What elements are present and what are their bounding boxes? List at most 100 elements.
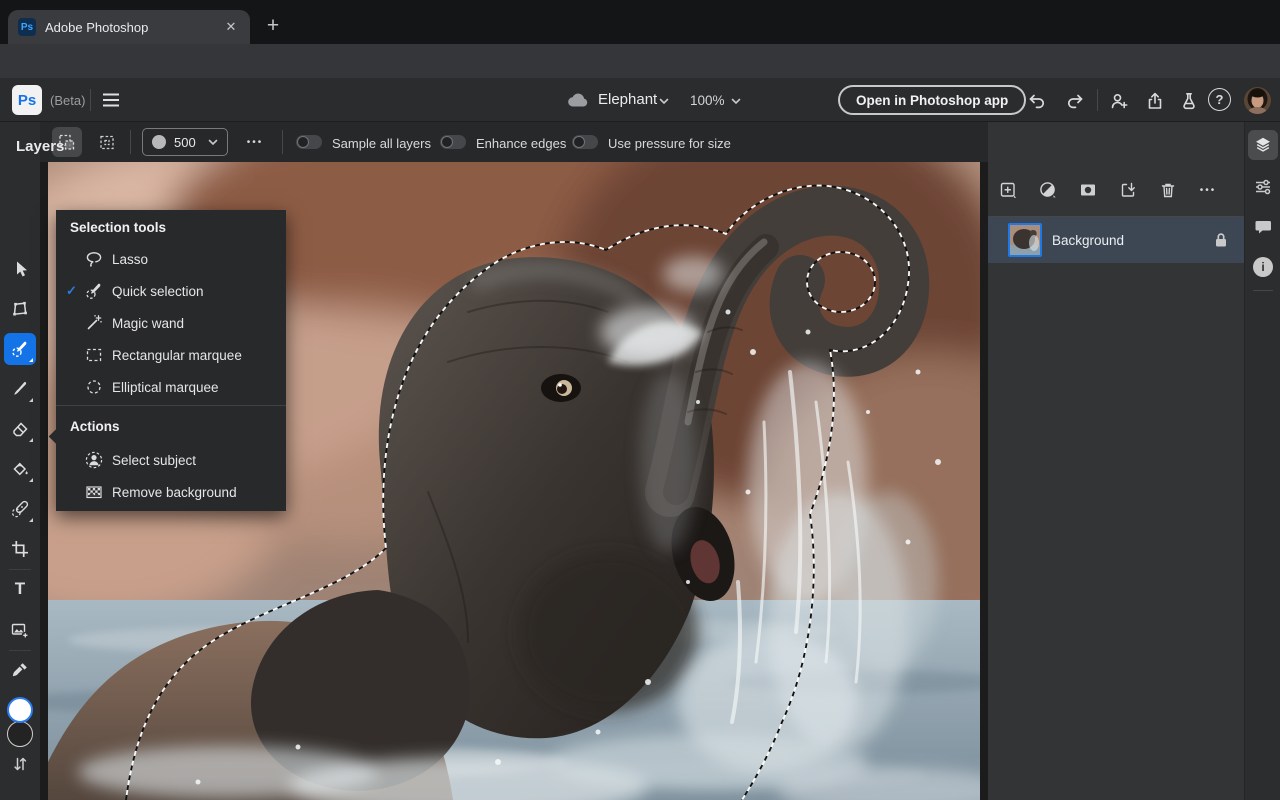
layer-name: Background: [1052, 232, 1125, 248]
open-in-photoshop-app-button[interactable]: Open in Photoshop app: [838, 85, 1027, 115]
tab-title: Adobe Photoshop: [45, 19, 149, 35]
toggle-knob: [297, 136, 309, 148]
help-icon[interactable]: ?: [1208, 88, 1231, 111]
selection-mode-subtract-icon[interactable]: [92, 127, 122, 157]
flyout-item-label: Lasso: [112, 251, 149, 267]
toggle-knob: [573, 136, 585, 148]
options-bar: 500 ••• Sample all layers Enhance edges …: [40, 122, 988, 162]
browser-tab[interactable]: Ps Adobe Photoshop ✕: [8, 10, 250, 44]
brush-preview-dot: [152, 135, 166, 149]
brush-size-value: 500: [174, 134, 196, 150]
import-layer-icon[interactable]: [1114, 176, 1142, 204]
flyout-action-select-subject[interactable]: Select subject: [56, 444, 286, 476]
more-options-icon[interactable]: •••: [240, 127, 270, 157]
flyout-indicator: [29, 398, 33, 402]
eraser-tool[interactable]: [4, 413, 36, 445]
hamburger-menu-icon[interactable]: [100, 89, 122, 111]
adjustments-rail-icon[interactable]: [1248, 172, 1278, 202]
flyout-indicator: [29, 438, 33, 442]
toggle-knob: [441, 136, 453, 148]
layer-mask-icon[interactable]: [1074, 176, 1102, 204]
divider: [130, 130, 131, 154]
right-rail: i: [1244, 122, 1280, 800]
brush-tool[interactable]: [4, 373, 36, 405]
foreground-color-swatch[interactable]: [7, 697, 33, 723]
brush-size-control[interactable]: 500: [142, 128, 228, 156]
quick-selection-icon: [84, 281, 104, 301]
layers-rail-icon[interactable]: [1248, 130, 1278, 160]
new-tab-button[interactable]: +: [258, 11, 288, 41]
flyout-item-elliptical-marquee[interactable]: Elliptical marquee: [56, 371, 286, 403]
swap-colors-icon[interactable]: [4, 751, 36, 777]
chevron-down-icon[interactable]: [730, 97, 742, 105]
fill-tool[interactable]: [4, 453, 36, 485]
flyout-item-label: Rectangular marquee: [112, 347, 242, 363]
tab-close-icon[interactable]: ✕: [222, 18, 240, 36]
divider: [1097, 89, 1098, 111]
redo-icon[interactable]: [1062, 88, 1088, 114]
flyout-title: Selection tools: [70, 220, 167, 235]
lock-icon[interactable]: [1214, 232, 1228, 248]
selection-tools-flyout: Selection tools Lasso ✓ Quick selection …: [48, 210, 286, 511]
sample-all-layers-label: Sample all layers: [332, 136, 431, 151]
transform-tool[interactable]: [4, 293, 36, 325]
flyout-item-magic-wand[interactable]: Magic wand: [56, 307, 286, 339]
type-tool[interactable]: T: [4, 573, 36, 605]
select-subject-icon: [84, 450, 104, 470]
use-pressure-toggle[interactable]: [572, 135, 598, 149]
photoshop-logo: Ps: [12, 85, 42, 115]
quick-selection-tool[interactable]: [4, 333, 36, 365]
use-pressure-label: Use pressure for size: [608, 136, 731, 151]
flyout-action-remove-background[interactable]: Remove background: [56, 476, 286, 508]
chevron-down-icon[interactable]: [658, 97, 670, 105]
check-icon: ✓: [66, 283, 77, 298]
move-tool[interactable]: [4, 253, 36, 285]
delete-layer-icon[interactable]: [1154, 176, 1182, 204]
invite-people-icon[interactable]: [1106, 88, 1132, 114]
flyout-indicator: [29, 478, 33, 482]
photoshop-favicon: Ps: [18, 18, 36, 36]
enhance-edges-toggle[interactable]: [440, 135, 466, 149]
layers-more-options-icon[interactable]: •••: [1194, 176, 1222, 204]
flyout-indicator: [29, 358, 33, 362]
sample-all-layers-toggle[interactable]: [296, 135, 322, 149]
layer-row-background[interactable]: Background: [988, 217, 1244, 263]
layer-thumbnail[interactable]: [1008, 223, 1042, 257]
flyout-indicator: [29, 518, 33, 522]
lasso-icon: [84, 249, 104, 269]
zoom-level[interactable]: 100%: [690, 93, 725, 108]
screen: Ps Adobe Photoshop ✕ + https://photoshop…: [0, 0, 1280, 800]
share-icon[interactable]: [1142, 88, 1168, 114]
enhance-edges-label: Enhance edges: [476, 136, 567, 151]
flyout-action-label: Select subject: [112, 452, 197, 468]
document-name[interactable]: Elephant: [598, 91, 657, 108]
divider: [1253, 290, 1273, 291]
browser-tab-strip: Ps Adobe Photoshop ✕ +: [0, 0, 1280, 44]
remove-background-icon: [84, 482, 104, 502]
add-layer-icon[interactable]: [994, 176, 1022, 204]
left-toolbar: T: [0, 122, 40, 800]
divider: [90, 89, 91, 111]
divider: [56, 405, 286, 406]
info-rail-icon[interactable]: i: [1248, 252, 1278, 282]
magic-wand-icon: [84, 313, 104, 333]
crop-tool[interactable]: [4, 533, 36, 565]
adjustment-icon[interactable]: [1034, 176, 1062, 204]
rectangular-marquee-icon: [84, 345, 104, 365]
undo-icon[interactable]: [1024, 88, 1050, 114]
flyout-item-rectangular-marquee[interactable]: Rectangular marquee: [56, 339, 286, 371]
flyout-item-label: Magic wand: [112, 315, 185, 331]
beaker-icon[interactable]: [1176, 88, 1202, 114]
comments-rail-icon[interactable]: [1248, 212, 1278, 242]
avatar[interactable]: [1244, 87, 1271, 114]
flyout-action-label: Remove background: [112, 484, 237, 500]
background-color-swatch[interactable]: [7, 721, 33, 747]
flyout-item-lasso[interactable]: Lasso: [56, 243, 286, 275]
spot-healing-tool[interactable]: [4, 493, 36, 525]
elliptical-marquee-icon: [84, 377, 104, 397]
beta-label: (Beta): [50, 93, 86, 108]
eyedropper-tool[interactable]: [4, 654, 36, 686]
chevron-down-icon: [208, 139, 218, 145]
add-image-tool[interactable]: [4, 614, 36, 646]
flyout-item-quick-selection[interactable]: ✓ Quick selection: [56, 275, 286, 307]
